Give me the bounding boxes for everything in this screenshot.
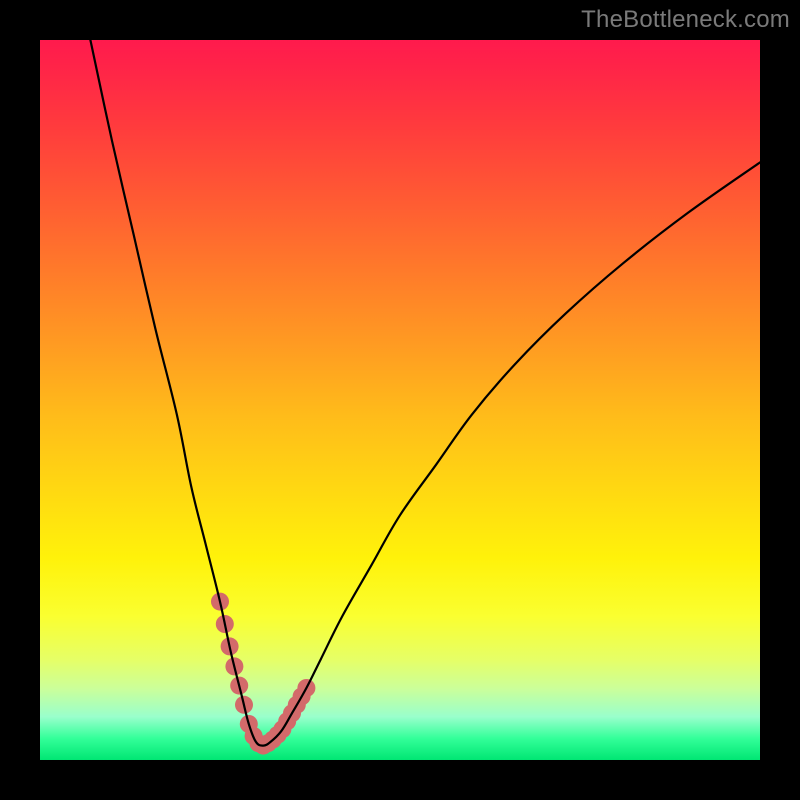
marker-segment	[211, 593, 315, 755]
chart-frame: TheBottleneck.com	[0, 0, 800, 800]
watermark-text: TheBottleneck.com	[581, 6, 790, 34]
plot-area	[40, 40, 760, 760]
bottleneck-curve	[90, 40, 760, 746]
curve-layer	[40, 40, 760, 760]
